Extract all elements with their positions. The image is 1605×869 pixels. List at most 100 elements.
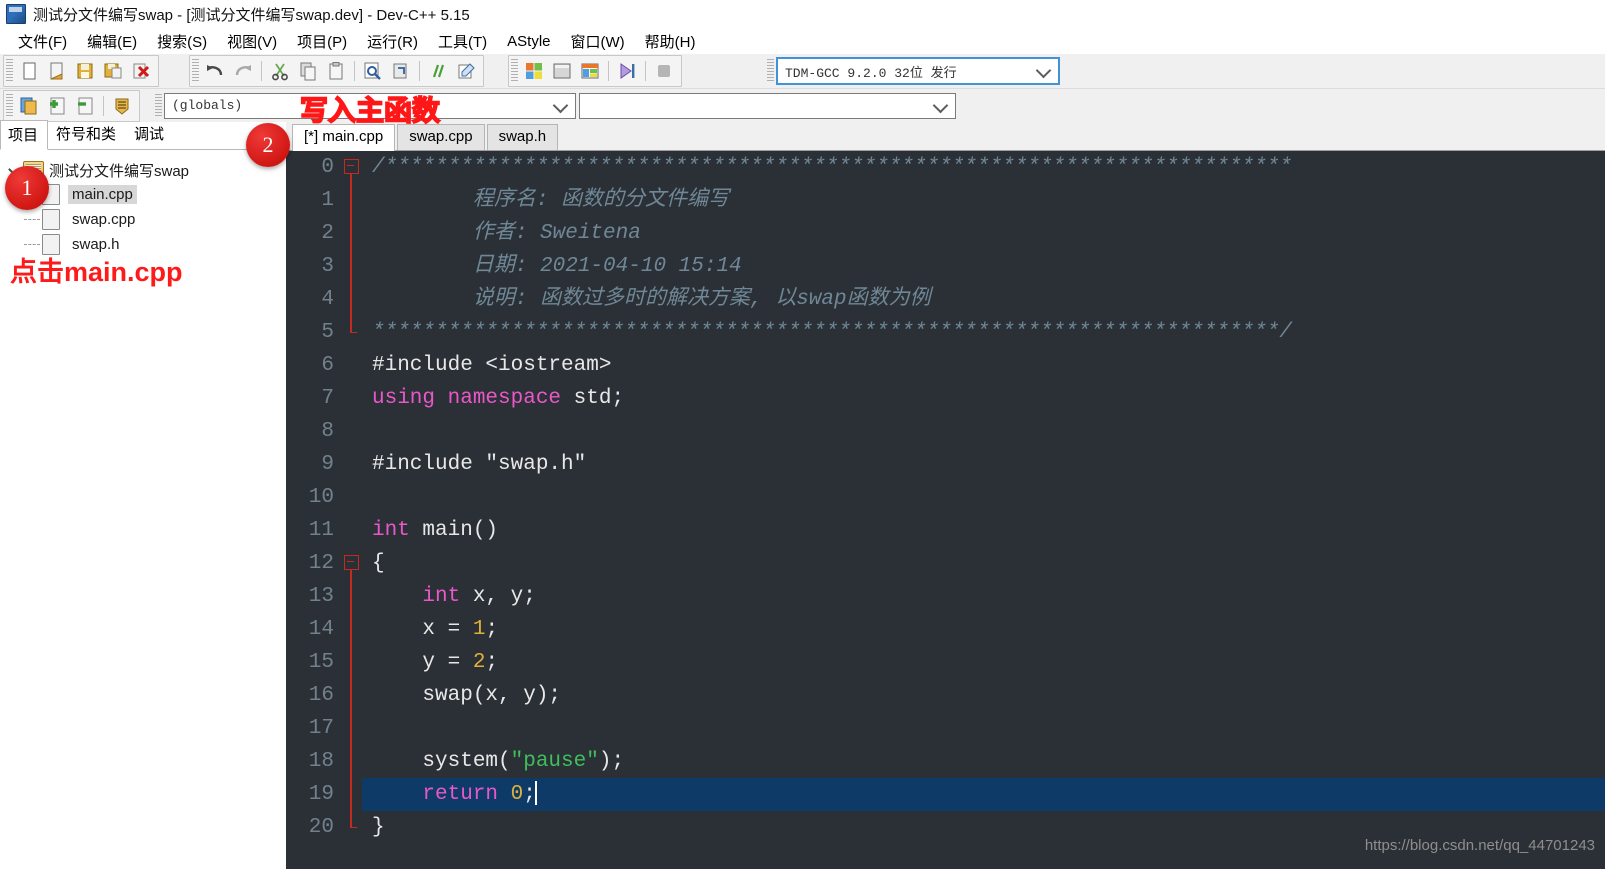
code-line[interactable]: 3 日期: 2021-04-10 15:14 bbox=[286, 250, 1605, 283]
compile-run-button[interactable] bbox=[576, 57, 604, 85]
code-line[interactable]: 0 /**************************************… bbox=[286, 151, 1605, 184]
replace-button[interactable] bbox=[387, 57, 415, 85]
fold-gutter[interactable] bbox=[340, 217, 362, 250]
save-button[interactable] bbox=[71, 57, 99, 85]
menu-project[interactable]: 项目(P) bbox=[287, 29, 357, 54]
find-button[interactable] bbox=[359, 57, 387, 85]
add-to-project-button[interactable] bbox=[43, 92, 71, 120]
code-line[interactable]: 17 bbox=[286, 712, 1605, 745]
code-line[interactable]: 15 y = 2; bbox=[286, 646, 1605, 679]
code-line[interactable]: 11 int main() bbox=[286, 514, 1605, 547]
cut-button[interactable] bbox=[266, 57, 294, 85]
fold-gutter[interactable] bbox=[340, 646, 362, 679]
code-line[interactable]: 19 return 0; bbox=[286, 778, 1605, 811]
menu-file[interactable]: 文件(F) bbox=[8, 29, 77, 54]
toolbar-grip[interactable] bbox=[6, 59, 13, 83]
fold-gutter[interactable] bbox=[340, 151, 362, 184]
fold-gutter[interactable] bbox=[340, 382, 362, 415]
fold-gutter[interactable] bbox=[340, 514, 362, 547]
toolbar-grip[interactable] bbox=[6, 93, 13, 118]
menu-view[interactable]: 视图(V) bbox=[217, 29, 287, 54]
code-text: swap(x, y); bbox=[372, 684, 562, 707]
line-number: 1 bbox=[286, 184, 340, 217]
fold-gutter[interactable] bbox=[340, 679, 362, 712]
save-all-button[interactable] bbox=[99, 57, 127, 85]
comment-button[interactable] bbox=[424, 57, 452, 85]
fold-gutter[interactable] bbox=[340, 778, 362, 811]
debug-button[interactable] bbox=[613, 57, 641, 85]
menu-run[interactable]: 运行(R) bbox=[357, 29, 428, 54]
code-editor[interactable]: 0 /**************************************… bbox=[286, 151, 1605, 869]
compiler-select[interactable]: TDM-GCC 9.2.0 32位 发行 bbox=[776, 57, 1060, 85]
code-line[interactable]: 8 bbox=[286, 415, 1605, 448]
fold-gutter[interactable] bbox=[340, 547, 362, 580]
menu-search[interactable]: 搜索(S) bbox=[147, 29, 217, 54]
menu-window[interactable]: 窗口(W) bbox=[561, 29, 635, 54]
code-text: system("pause"); bbox=[372, 750, 625, 773]
new-file-button[interactable] bbox=[15, 57, 43, 85]
code-line[interactable]: 18 system("pause"); bbox=[286, 745, 1605, 778]
code-line[interactable]: 12 { bbox=[286, 547, 1605, 580]
code-line[interactable]: 14 x = 1; bbox=[286, 613, 1605, 646]
fold-gutter[interactable] bbox=[340, 415, 362, 448]
paste-button[interactable] bbox=[322, 57, 350, 85]
fold-collapse-icon[interactable] bbox=[344, 555, 359, 570]
copy-button[interactable] bbox=[294, 57, 322, 85]
menu-help[interactable]: 帮助(H) bbox=[635, 29, 706, 54]
fold-gutter[interactable] bbox=[340, 580, 362, 613]
project-options-button[interactable] bbox=[108, 92, 136, 120]
line-number: 5 bbox=[286, 316, 340, 349]
new-project-button[interactable] bbox=[15, 92, 43, 120]
tree-item-swap-cpp[interactable]: swap.cpp bbox=[6, 207, 286, 232]
member-select[interactable] bbox=[579, 92, 956, 119]
title-bar: 测试分文件编写swap - [测试分文件编写swap.dev] - Dev-C+… bbox=[0, 0, 1605, 28]
undo-button[interactable] bbox=[201, 57, 229, 85]
fold-gutter[interactable] bbox=[340, 448, 362, 481]
code-line[interactable]: 2 作者: Sweitena bbox=[286, 217, 1605, 250]
compile-button[interactable] bbox=[520, 57, 548, 85]
fold-gutter[interactable] bbox=[340, 250, 362, 283]
code-line[interactable]: 7 using namespace std; bbox=[286, 382, 1605, 415]
code-line[interactable]: 6 #include <iostream> bbox=[286, 349, 1605, 382]
menu-tools[interactable]: 工具(T) bbox=[428, 29, 497, 54]
toolbar-grip[interactable] bbox=[192, 59, 199, 83]
menu-edit[interactable]: 编辑(E) bbox=[77, 29, 147, 54]
toolbar-grip[interactable] bbox=[767, 59, 774, 83]
code-line[interactable]: 16 swap(x, y); bbox=[286, 679, 1605, 712]
fold-gutter[interactable] bbox=[340, 283, 362, 316]
redo-button[interactable] bbox=[229, 57, 257, 85]
indent-button[interactable] bbox=[452, 57, 480, 85]
fold-gutter[interactable] bbox=[340, 349, 362, 382]
tab-debug[interactable]: 调试 bbox=[126, 119, 174, 149]
fold-gutter[interactable] bbox=[340, 184, 362, 217]
line-number: 8 bbox=[286, 415, 340, 448]
open-file-button[interactable] bbox=[43, 57, 71, 85]
tab-classes[interactable]: 符号和类 bbox=[48, 119, 126, 149]
fold-collapse-icon[interactable] bbox=[344, 159, 359, 174]
remove-from-project-button[interactable] bbox=[71, 92, 99, 120]
code-line[interactable]: 13 int x, y; bbox=[286, 580, 1605, 613]
tab-project[interactable]: 项目 bbox=[0, 120, 49, 150]
stop-button[interactable] bbox=[650, 57, 678, 85]
close-file-button[interactable] bbox=[127, 57, 155, 85]
fold-gutter[interactable] bbox=[340, 316, 362, 349]
code-line[interactable]: 1 程序名: 函数的分文件编写 bbox=[286, 184, 1605, 217]
tree-root-node[interactable]: 测试分文件编写swap bbox=[6, 158, 286, 182]
menu-astyle[interactable]: AStyle bbox=[497, 31, 560, 52]
tree-connector bbox=[24, 243, 40, 246]
fold-gutter[interactable] bbox=[340, 811, 362, 844]
toolbar-separator bbox=[354, 61, 355, 81]
fold-gutter[interactable] bbox=[340, 745, 362, 778]
fold-gutter[interactable] bbox=[340, 481, 362, 514]
run-button[interactable] bbox=[548, 57, 576, 85]
code-text: return 0; bbox=[422, 781, 537, 806]
code-line[interactable]: 5 ***************************************… bbox=[286, 316, 1605, 349]
editor-tab-swap-h[interactable]: swap.h bbox=[486, 124, 559, 150]
code-line[interactable]: 10 bbox=[286, 481, 1605, 514]
code-line[interactable]: 9 #include "swap.h" bbox=[286, 448, 1605, 481]
toolbar-grip[interactable] bbox=[155, 93, 162, 118]
fold-gutter[interactable] bbox=[340, 712, 362, 745]
code-line[interactable]: 4 说明: 函数过多时的解决方案, 以swap函数为例 bbox=[286, 283, 1605, 316]
fold-gutter[interactable] bbox=[340, 613, 362, 646]
toolbar-grip[interactable] bbox=[511, 59, 518, 83]
